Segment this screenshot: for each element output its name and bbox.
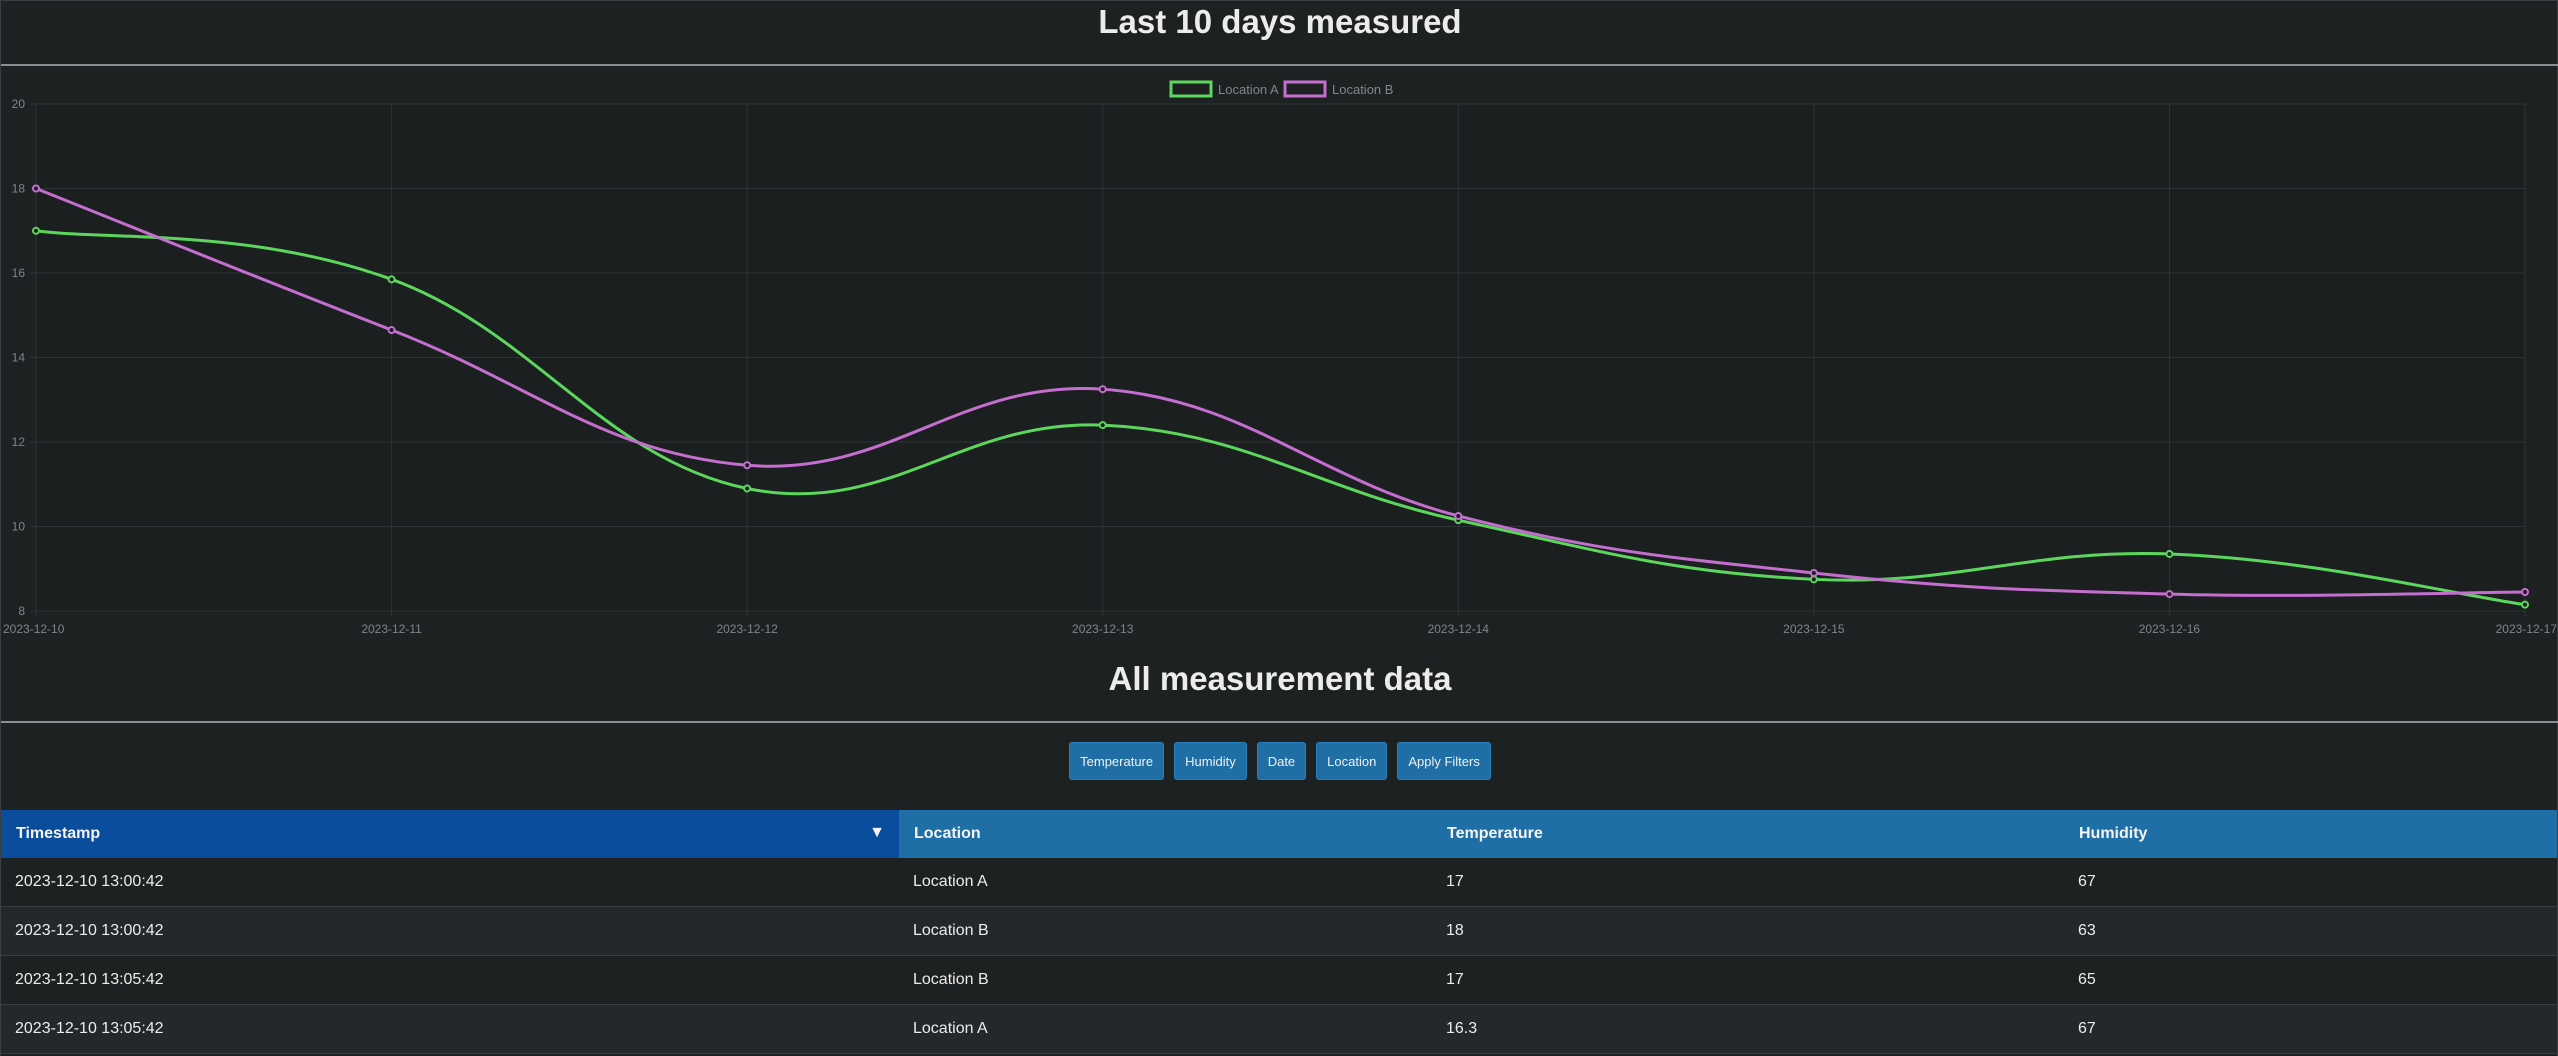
- y-tick-label: 10: [12, 520, 26, 534]
- cell-temperature: 17: [1432, 955, 2064, 1005]
- filter-humidity-button[interactable]: Humidity: [1174, 742, 1247, 780]
- column-header-label: Location: [914, 825, 981, 842]
- legend-swatch-location-b: [1283, 80, 1327, 98]
- y-tick-label: 20: [12, 97, 26, 111]
- line-chart-svg: 8 10 12 14 16 18 20 2023-12-10 2023-12-11 2023-12…: [3, 80, 2558, 636]
- legend-swatch-location-a: [1169, 80, 1213, 98]
- legend-label-location-b: Location B: [1332, 82, 1393, 97]
- table-row: 2023-12-10 13:00:42 Location A 17 67: [1, 858, 2557, 907]
- table-row: 2023-12-10 13:00:42 Location B 18 63: [1, 906, 2557, 956]
- column-header-temperature[interactable]: Temperature: [1432, 810, 2064, 858]
- x-tick-label: 2023-12-16: [2139, 622, 2201, 636]
- data-point-location-b: [1098, 385, 1107, 394]
- y-tick-label: 14: [12, 351, 26, 365]
- x-tick-label: 2023-12-17: [2496, 622, 2558, 636]
- cell-humidity: 63: [2064, 906, 2557, 956]
- sort-descending-icon[interactable]: ▼: [869, 824, 885, 842]
- data-point-location-a: [743, 484, 752, 493]
- data-point-location-b: [2165, 590, 2174, 599]
- cell-humidity: 65: [2064, 955, 2557, 1005]
- cell-timestamp: 2023-12-10 13:05:42: [1, 955, 899, 1005]
- data-point-location-a: [32, 226, 40, 235]
- column-header-humidity[interactable]: Humidity: [2064, 810, 2557, 858]
- cell-temperature: 16.3: [1432, 1004, 2064, 1054]
- data-point-location-b: [32, 184, 40, 193]
- data-point-location-b: [743, 461, 752, 470]
- page: Last 10 days measured 8 10 12 14 16 18 20 2023-…: [0, 0, 2558, 1056]
- data-point-location-b: [387, 326, 396, 335]
- filter-temperature-button[interactable]: Temperature: [1069, 742, 1165, 780]
- cell-timestamp: 2023-12-10 13:05:42: [1, 1004, 899, 1054]
- filter-bar: Temperature Humidity Date Location Apply…: [1, 742, 2558, 780]
- x-tick-label: 2023-12-15: [1783, 622, 1845, 636]
- cell-location: Location B: [899, 906, 1432, 956]
- x-tick-label: 2023-12-13: [1072, 622, 1134, 636]
- data-point-location-b: [1809, 568, 1818, 577]
- data-point-location-a: [1809, 575, 1818, 584]
- data-point-location-a: [1098, 421, 1107, 430]
- cell-timestamp: 2023-12-10 13:00:42: [1, 858, 899, 907]
- table-row: 2023-12-10 13:05:42 Location B 17 65: [1, 955, 2557, 1005]
- cell-humidity: 67: [2064, 1004, 2557, 1054]
- data-point-location-a: [2165, 549, 2174, 558]
- legend-label-location-a: Location A: [1218, 82, 1279, 97]
- measurement-table-container: Timestamp ▼ Location Temperature Humidit…: [1, 810, 2557, 1054]
- cell-timestamp: 2023-12-10 13:00:42: [1, 906, 899, 956]
- data-point-location-b: [1454, 511, 1463, 520]
- table-header-row: Timestamp ▼ Location Temperature Humidit…: [1, 810, 2557, 858]
- y-tick-label: 16: [12, 266, 26, 280]
- filter-location-button[interactable]: Location: [1316, 742, 1388, 780]
- y-tick-label: 8: [18, 604, 25, 618]
- cell-humidity: 67: [2064, 858, 2557, 907]
- y-tick-label: 12: [12, 435, 26, 449]
- cell-temperature: 17: [1432, 858, 2064, 907]
- data-point-location-a: [387, 275, 396, 284]
- x-tick-label: 2023-12-10: [3, 622, 65, 636]
- column-header-label: Temperature: [1447, 825, 1543, 842]
- apply-filters-button[interactable]: Apply Filters: [1397, 742, 1491, 780]
- cell-temperature: 18: [1432, 906, 2064, 956]
- column-header-location[interactable]: Location: [899, 810, 1432, 858]
- column-header-label: Humidity: [2079, 825, 2148, 842]
- chart-title-divider: [1, 64, 2558, 66]
- y-tick-label: 18: [12, 182, 26, 196]
- cell-location: Location B: [899, 955, 1432, 1005]
- filter-date-button[interactable]: Date: [1256, 742, 1307, 780]
- x-tick-label: 2023-12-12: [716, 622, 778, 636]
- table-section-title: All measurement data: [1108, 660, 1452, 697]
- x-tick-label: 2023-12-11: [361, 622, 422, 636]
- column-header-timestamp[interactable]: Timestamp ▼: [1, 810, 899, 858]
- cell-location: Location A: [899, 1004, 1432, 1054]
- data-point-location-a: [2521, 600, 2529, 609]
- chart-section-title: Last 10 days measured: [1098, 3, 1462, 40]
- data-point-location-b: [2521, 587, 2529, 596]
- line-chart: 8 10 12 14 16 18 20 2023-12-10 2023-12-11 2023-12…: [1, 67, 2558, 647]
- cell-location: Location A: [899, 858, 1432, 907]
- table-row: 2023-12-10 13:05:42 Location A 16.3 67: [1, 1004, 2557, 1054]
- measurement-table: Timestamp ▼ Location Temperature Humidit…: [1, 810, 2557, 1054]
- table-title-divider: [1, 721, 2558, 723]
- column-header-label: Timestamp: [16, 825, 101, 842]
- x-tick-label: 2023-12-14: [1428, 622, 1490, 636]
